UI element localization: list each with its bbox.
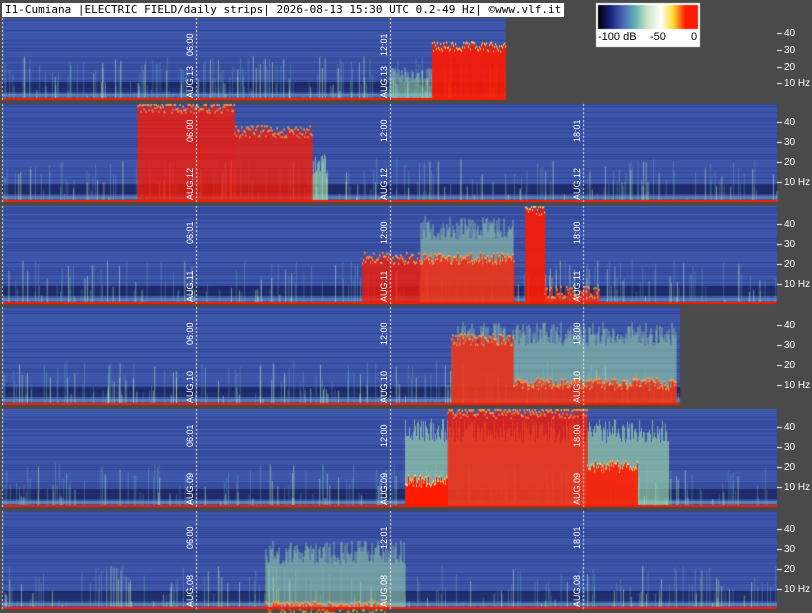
marker-time-label: 18:00 bbox=[572, 221, 582, 244]
marker-date-label: AUG.12 bbox=[379, 167, 389, 200]
marker-time-label: 12:00 bbox=[379, 424, 389, 447]
y-tick-label: 20 bbox=[784, 563, 796, 575]
y-tick-label: 20 bbox=[784, 156, 796, 168]
marker-time-label: 12:00 bbox=[379, 322, 389, 345]
y-tick-label: 40 bbox=[784, 421, 796, 433]
y-tick-label: 10 Hz bbox=[784, 583, 811, 595]
y-tick-label: 20 bbox=[784, 359, 796, 371]
y-tick-label: 30 bbox=[784, 136, 796, 148]
marker-time-label: 18:01 bbox=[572, 119, 582, 142]
y-tick-label: 20 bbox=[784, 461, 796, 473]
marker-date-label: AUG.10 bbox=[572, 370, 582, 403]
marker-time-label: 06:01 bbox=[185, 221, 195, 244]
y-tick-label: 40 bbox=[784, 319, 796, 331]
marker-time-label: 12:00 bbox=[379, 119, 389, 142]
marker-time-label: 12:01 bbox=[379, 33, 389, 56]
y-tick-label: 40 bbox=[784, 523, 796, 535]
spectrogram-canvas bbox=[0, 0, 812, 613]
y-tick-label: 10 Hz bbox=[784, 176, 811, 188]
marker-time-label: 06:00 bbox=[185, 526, 195, 549]
marker-date-label: AUG.09 bbox=[572, 472, 582, 505]
colorbar-label-max: 0 bbox=[691, 31, 698, 43]
marker-date-label: AUG.09 bbox=[185, 472, 195, 505]
marker-date-label: AUG.08 bbox=[185, 574, 195, 607]
y-tick-label: 30 bbox=[784, 543, 796, 555]
y-tick-label: 40 bbox=[784, 27, 796, 39]
marker-time-label: 06:00 bbox=[185, 322, 195, 345]
marker-time-label: 18:00 bbox=[572, 424, 582, 447]
marker-time-label: 18:00 bbox=[572, 322, 582, 345]
marker-time-label: 12:01 bbox=[379, 526, 389, 549]
page-title: I1-Cumiana |ELECTRIC FIELD/daily strips|… bbox=[2, 3, 565, 17]
y-tick-label: 10 Hz bbox=[784, 481, 811, 493]
y-tick-label: 30 bbox=[784, 238, 796, 250]
y-tick-label: 40 bbox=[784, 218, 796, 230]
marker-time-label: 06:01 bbox=[185, 424, 195, 447]
marker-date-label: AUG.08 bbox=[572, 574, 582, 607]
marker-time-label: 12:00 bbox=[379, 221, 389, 244]
marker-date-label: AUG.11 bbox=[185, 270, 195, 302]
marker-date-label: AUG.08 bbox=[379, 574, 389, 607]
marker-date-label: AUG.13 bbox=[185, 65, 195, 98]
y-tick-label: 30 bbox=[784, 441, 796, 453]
colorbar-label-mid: -50 bbox=[650, 31, 666, 43]
marker-date-label: AUG.10 bbox=[185, 370, 195, 403]
marker-date-label: AUG.09 bbox=[379, 472, 389, 505]
y-tick-label: 10 Hz bbox=[784, 77, 811, 89]
marker-time-label: 06:00 bbox=[185, 33, 195, 56]
marker-date-label: AUG.13 bbox=[379, 65, 389, 98]
y-tick-label: 20 bbox=[784, 258, 796, 270]
y-tick-label: 20 bbox=[784, 61, 796, 73]
marker-time-label: 06:00 bbox=[185, 119, 195, 142]
marker-time-label: 18:01 bbox=[572, 526, 582, 549]
y-tick-label: 30 bbox=[784, 44, 796, 56]
marker-date-label: AUG.11 bbox=[379, 270, 389, 302]
y-tick-label: 10 Hz bbox=[784, 379, 811, 391]
marker-date-label: AUG.12 bbox=[185, 167, 195, 200]
marker-date-label: AUG.10 bbox=[379, 370, 389, 403]
marker-date-label: AUG.12 bbox=[572, 167, 582, 200]
y-tick-label: 40 bbox=[784, 116, 796, 128]
y-tick-label: 30 bbox=[784, 339, 796, 351]
y-tick-label: 10 Hz bbox=[784, 278, 811, 290]
colorbar-label-min: -100 dB bbox=[598, 31, 637, 43]
marker-date-label: AUG.11 bbox=[572, 270, 582, 302]
